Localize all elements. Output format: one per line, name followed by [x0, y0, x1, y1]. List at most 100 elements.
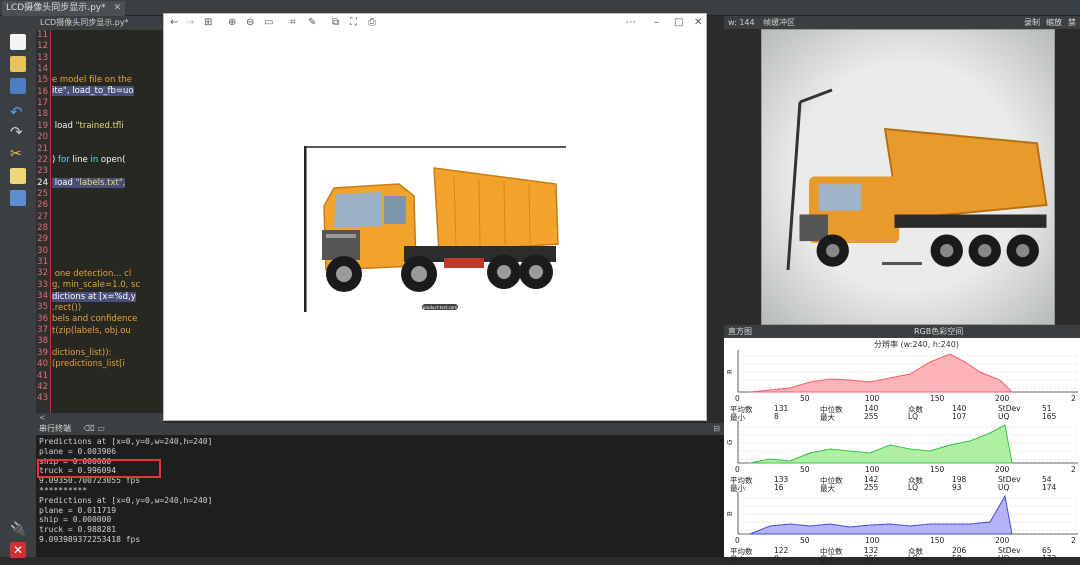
- axis-tick: 200: [995, 394, 1010, 403]
- open-folder-icon[interactable]: [10, 56, 26, 72]
- histogram-header: 直方图 RGB色彩空间: [724, 325, 1080, 338]
- new-file-icon[interactable]: [10, 34, 26, 50]
- code-editor[interactable]: 11 12 13 14 15 16 17 18 19 20 21 22 23 24 25 26 27 28 29 30…: [36, 30, 163, 413]
- serial-terminal-title: 串行终端: [39, 424, 71, 433]
- code-line-39: dictions_list)):: [52, 348, 112, 358]
- margin-bar: [50, 30, 51, 413]
- more-options-icon[interactable]: ⋯: [626, 17, 636, 29]
- forward-arrow-icon[interactable]: →: [186, 17, 194, 29]
- stat-value: 173: [1042, 554, 1057, 563]
- actual-size-icon[interactable]: ▭: [264, 17, 273, 29]
- line-number: 32: [37, 268, 48, 279]
- copy-image-icon[interactable]: ⧉: [332, 17, 339, 29]
- line-number: 31: [37, 257, 48, 267]
- copy-icon[interactable]: [10, 168, 26, 184]
- line-number: 24: [37, 177, 48, 188]
- terminal-clear-icon[interactable]: ⌫ ▭: [84, 424, 105, 433]
- framebuffer-image: [761, 29, 1055, 325]
- close-tab-icon[interactable]: ✕: [114, 3, 122, 13]
- code-line-33: g, min_scale=1.0, sc: [52, 280, 141, 290]
- save-icon[interactable]: [10, 78, 26, 94]
- line-number: 22: [37, 154, 48, 165]
- editor-vertical-scrollbar[interactable]: [707, 16, 724, 423]
- close-window-icon[interactable]: ✕: [694, 17, 702, 29]
- crop-icon[interactable]: ⌗: [290, 17, 296, 29]
- line-number: 40: [37, 359, 48, 370]
- terminal-line: **********: [39, 486, 88, 495]
- maximize-icon[interactable]: □: [674, 17, 683, 29]
- editor-horizontal-scrollbar[interactable]: <: [36, 413, 163, 423]
- axis-tick: 100: [865, 536, 880, 545]
- editor-file-selector[interactable]: LCD摄像头同步显示.py*: [36, 16, 163, 30]
- terminal-line: truck = 0.988281: [39, 525, 117, 535]
- line-number: 29: [37, 234, 48, 245]
- highlight-box: [37, 459, 161, 478]
- framebuffer-title: 帧缓冲区: [763, 18, 796, 27]
- minimize-icon[interactable]: –: [654, 17, 659, 29]
- edit-icon[interactable]: ✎: [308, 17, 316, 29]
- axis-tick: 50: [800, 394, 810, 403]
- paste-icon[interactable]: [10, 190, 26, 206]
- zoom-in-icon[interactable]: ⊕: [228, 17, 236, 29]
- code-line-40: (predictions_list[i: [52, 359, 125, 369]
- axis-tick: 0: [735, 465, 740, 474]
- line-number: 23: [37, 166, 48, 177]
- terminal-line: Predictions at [x=0,y=0,w=240,h=240]: [39, 495, 213, 505]
- stat-label: LQ: [908, 554, 919, 563]
- line-number: 41: [37, 370, 48, 381]
- terminal-close-icon[interactable]: ⊟: [713, 423, 720, 435]
- framebuffer-header: w: 144 帧缓冲区 录制 缩放 禁用: [724, 16, 1080, 40]
- code-16a: ite",: [52, 86, 73, 96]
- editor-file-label: LCD摄像头同步显示.py*: [40, 18, 129, 27]
- record-button[interactable]: 录制: [1024, 16, 1040, 29]
- axis-tick: 2: [1071, 465, 1076, 474]
- svg-text:B: B: [726, 511, 734, 516]
- axis-tick: 200: [995, 536, 1010, 545]
- back-arrow-icon[interactable]: ←: [170, 17, 178, 29]
- cut-icon[interactable]: ✂: [10, 146, 26, 162]
- file-tab[interactable]: LCD摄像头同步显示.py* ✕: [2, 1, 126, 16]
- axis-tick: 150: [930, 465, 945, 474]
- line-number: 38: [37, 336, 48, 347]
- terminal-line: 9.093989372253418 fps: [39, 535, 141, 544]
- axis-tick: 0: [735, 536, 740, 545]
- left-toolbar: ↶ ↷ ✂ 🔌 ✕: [0, 16, 36, 558]
- redo-icon[interactable]: ↷: [10, 124, 26, 140]
- line-number: 35: [37, 302, 48, 313]
- line-number: 12: [37, 41, 48, 52]
- save-image-icon[interactable]: ⎙: [368, 17, 376, 29]
- effects-icon[interactable]: ⛶: [350, 17, 357, 29]
- histogram-tab[interactable]: 直方图: [728, 325, 752, 338]
- terminal-line: plane = 0.011719: [39, 505, 117, 515]
- serial-terminal[interactable]: Predictions at [x=0,y=0,w=240,h=240] plan…: [36, 435, 724, 557]
- zoom-button[interactable]: 缩放: [1046, 16, 1062, 29]
- zoom-out-icon[interactable]: ⊖: [246, 17, 254, 29]
- stat-label: 最大: [820, 555, 835, 564]
- code-22e: open(: [98, 155, 126, 165]
- code-22b: for: [58, 155, 70, 165]
- undo-icon[interactable]: ↶: [10, 104, 26, 120]
- line-number: 37: [37, 325, 48, 336]
- terminal-line: ship = 0.000000: [39, 515, 112, 525]
- connect-icon[interactable]: 🔌: [10, 522, 26, 538]
- grid-view-icon[interactable]: ⊞: [204, 17, 212, 29]
- line-number: 26: [37, 200, 48, 211]
- line-number: 39: [37, 347, 48, 358]
- line-number: 42: [37, 381, 48, 392]
- code-24a: load: [52, 178, 76, 188]
- stat-label: 最小: [730, 555, 745, 564]
- code-16b: load_to_fb: [72, 86, 116, 96]
- line-number: 17: [37, 98, 48, 109]
- line-number: 33: [37, 279, 48, 290]
- axis-tick: 150: [930, 536, 945, 545]
- truck-image: product-test.com: [303, 146, 566, 312]
- svg-text:R: R: [726, 369, 734, 374]
- stat-label: UQ: [998, 554, 1010, 563]
- colorspace-selector[interactable]: RGB色彩空间: [914, 325, 963, 338]
- stop-icon[interactable]: ✕: [10, 542, 26, 558]
- code-line-34: dictions at [x=%d,y: [52, 292, 136, 302]
- histogram-channel-g: G 0 50 100 150 200 2 平均数 133 中位数 142 众数 198 StDev 54 最小…: [724, 419, 1080, 493]
- scroll-left-arrow[interactable]: <: [39, 413, 46, 422]
- code-22c: line: [69, 155, 91, 165]
- code-line-22: ) for line in open(: [52, 155, 125, 165]
